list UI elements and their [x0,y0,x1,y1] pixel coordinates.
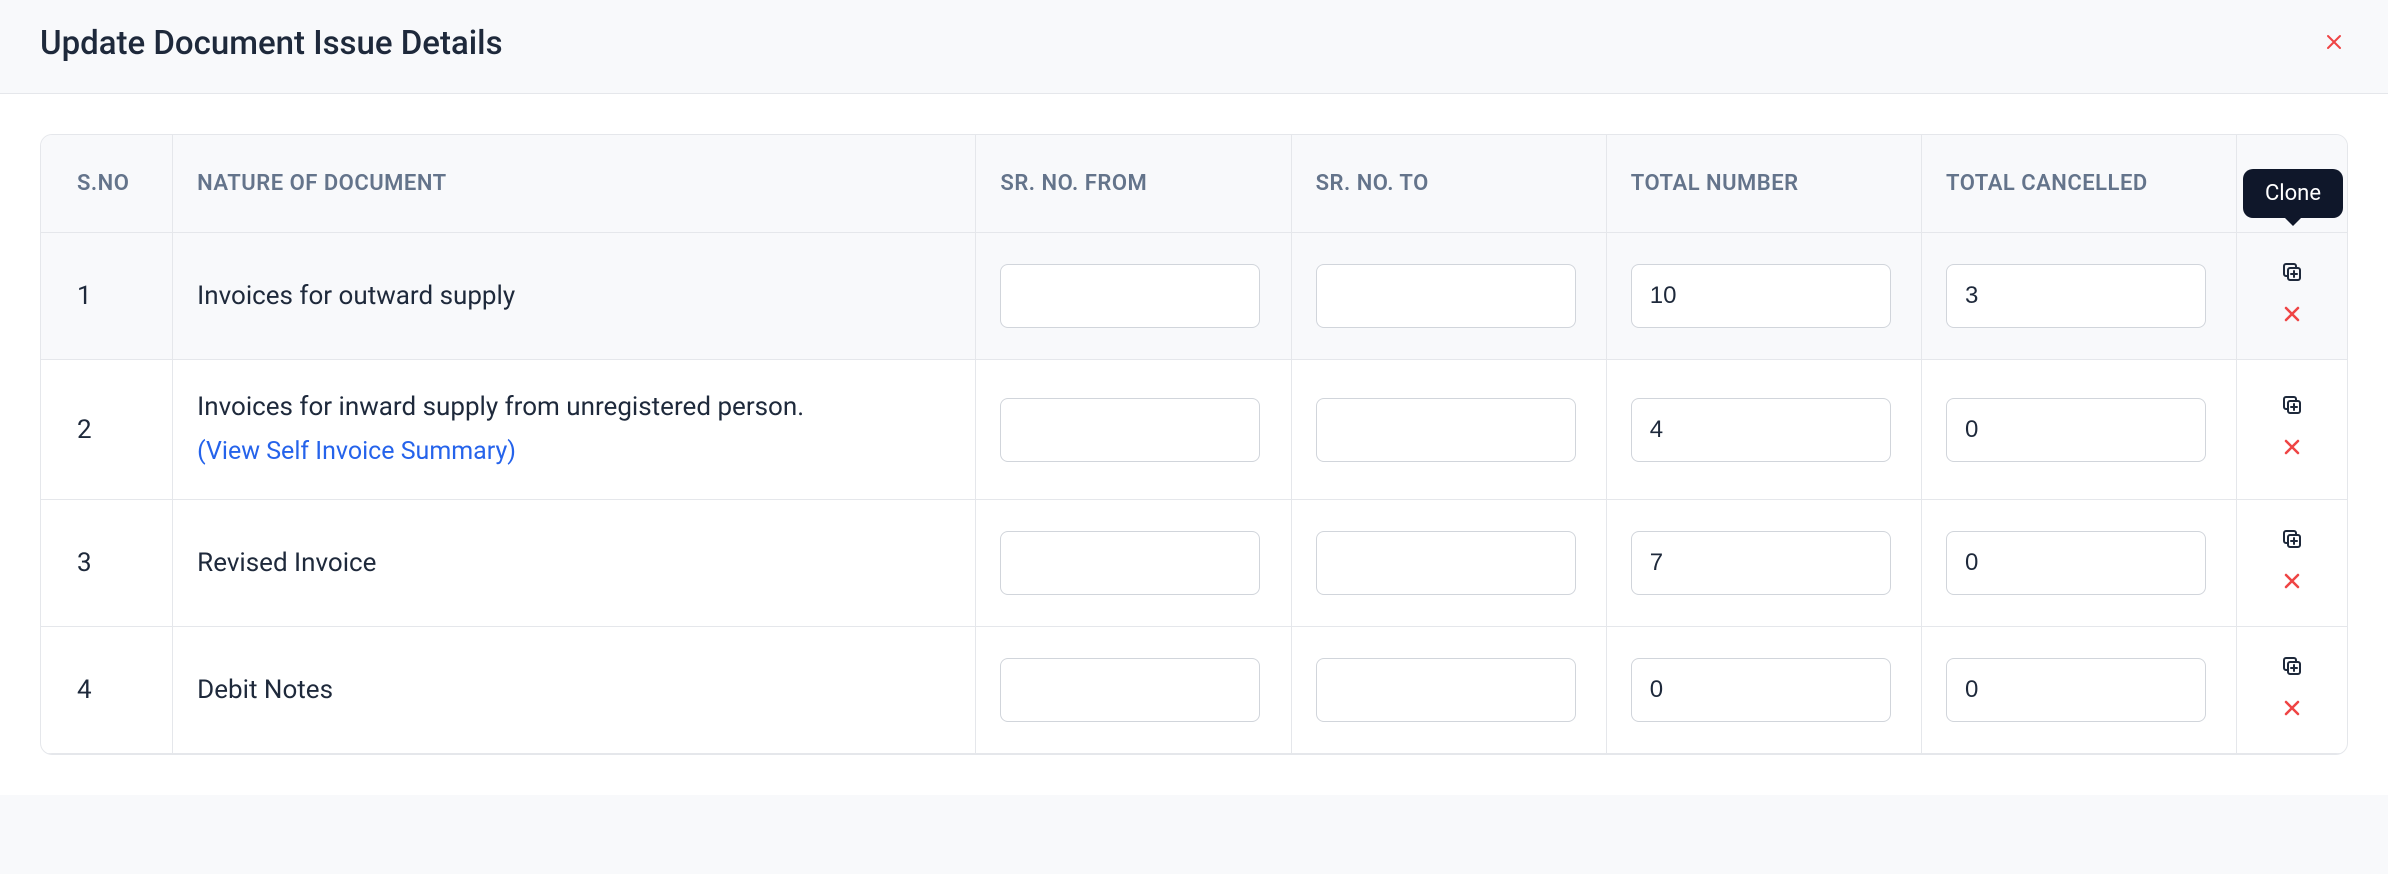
delete-icon [2280,302,2304,333]
cell-cancelled [1922,233,2237,360]
cell-actions [2237,500,2347,627]
cell-to [1292,627,1607,754]
cell-actions [2237,360,2347,500]
cell-sno: 3 [41,500,173,627]
total-cancelled-input[interactable] [1946,658,2206,722]
delete-button[interactable] [2278,303,2306,331]
total-cancelled-input[interactable] [1946,264,2206,328]
header-cancelled: TOTAL CANCELLED [1922,135,2237,233]
cell-nature: Invoices for outward supply [173,233,976,360]
nature-text: Invoices for outward supply [197,281,515,311]
sr-no-to-input[interactable] [1316,264,1576,328]
view-self-invoice-link[interactable]: (View Self Invoice Summary) [197,433,516,471]
cell-actions: Clone [2237,233,2347,360]
cell-total [1607,627,1922,754]
cell-to [1292,500,1607,627]
cell-cancelled [1922,500,2237,627]
header-from: SR. NO. FROM [976,135,1291,233]
table-row: 3 Revised Invoice [41,500,2347,627]
header-nature: NATURE OF DOCUMENT [173,135,976,233]
close-icon [2322,30,2346,58]
delete-button[interactable] [2278,570,2306,598]
close-button[interactable] [2320,30,2348,58]
clone-icon [2280,654,2304,685]
delete-icon [2280,435,2304,466]
clone-button[interactable] [2278,528,2306,556]
header-to: SR. NO. TO [1292,135,1607,233]
header-sno: S.NO [41,135,173,233]
table-row: 1 Invoices for outward supply [41,233,2347,360]
cell-to [1292,360,1607,500]
clone-icon [2280,527,2304,558]
sr-no-from-input[interactable] [1000,531,1260,595]
nature-text: Invoices for inward supply from unregist… [197,392,804,422]
clone-icon [2280,260,2304,291]
cell-from [976,627,1291,754]
header-total: TOTAL NUMBER [1607,135,1922,233]
cell-sno: 2 [41,360,173,500]
delete-icon [2280,696,2304,727]
clone-button[interactable] [2278,655,2306,683]
cell-total [1607,360,1922,500]
nature-text: Debit Notes [197,675,333,705]
cell-cancelled [1922,360,2237,500]
cell-nature: Revised Invoice [173,500,976,627]
page-header: Update Document Issue Details [0,0,2388,94]
sr-no-from-input[interactable] [1000,658,1260,722]
header-actions [2237,135,2347,233]
cell-to [1292,233,1607,360]
page-title: Update Document Issue Details [40,24,503,63]
sr-no-to-input[interactable] [1316,531,1576,595]
cell-sno: 1 [41,233,173,360]
total-cancelled-input[interactable] [1946,398,2206,462]
delete-icon [2280,569,2304,600]
cell-nature: Debit Notes [173,627,976,754]
nature-text: Revised Invoice [197,548,376,578]
total-number-input[interactable] [1631,264,1891,328]
cell-total [1607,500,1922,627]
clone-icon [2280,393,2304,424]
sr-no-to-input[interactable] [1316,398,1576,462]
sr-no-to-input[interactable] [1316,658,1576,722]
table-row: 4 Debit Notes [41,627,2347,754]
delete-button[interactable] [2278,697,2306,725]
cell-from [976,500,1291,627]
cell-from [976,360,1291,500]
total-cancelled-input[interactable] [1946,531,2206,595]
cell-cancelled [1922,627,2237,754]
document-table: S.NO NATURE OF DOCUMENT SR. NO. FROM SR.… [40,134,2348,755]
delete-button[interactable] [2278,437,2306,465]
total-number-input[interactable] [1631,531,1891,595]
content-area: S.NO NATURE OF DOCUMENT SR. NO. FROM SR.… [0,94,2388,795]
sr-no-from-input[interactable] [1000,398,1260,462]
clone-button[interactable] [2278,395,2306,423]
cell-from [976,233,1291,360]
cell-sno: 4 [41,627,173,754]
clone-button[interactable] [2278,261,2306,289]
sr-no-from-input[interactable] [1000,264,1260,328]
cell-actions [2237,627,2347,754]
table-row: 2 Invoices for inward supply from unregi… [41,360,2347,500]
total-number-input[interactable] [1631,398,1891,462]
cell-total [1607,233,1922,360]
total-number-input[interactable] [1631,658,1891,722]
cell-nature: Invoices for inward supply from unregist… [173,360,976,500]
